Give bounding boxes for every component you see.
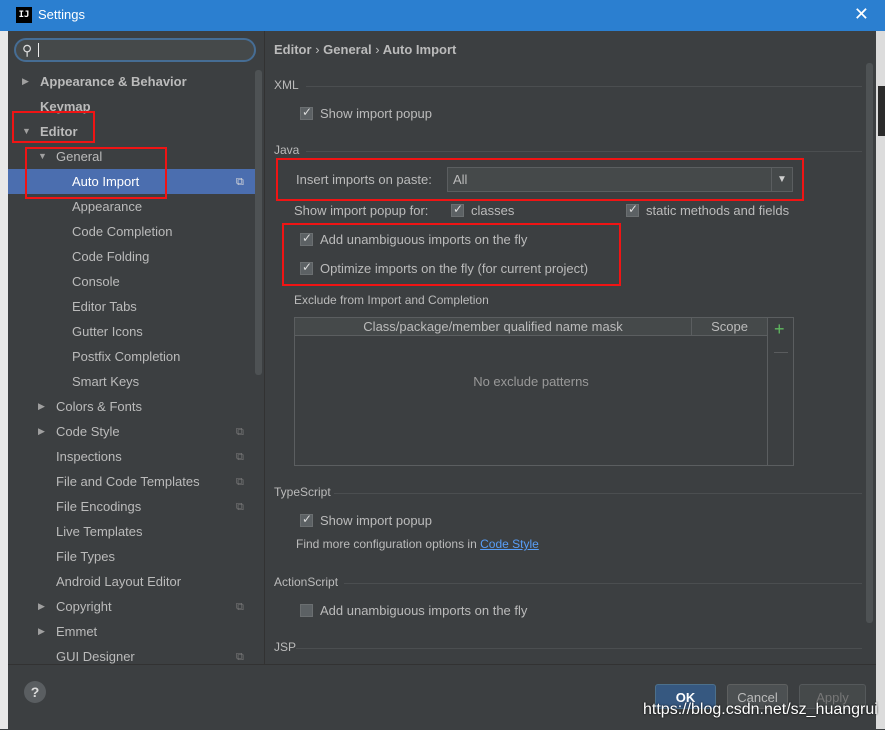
project-settings-icon: ⧉ — [236, 176, 244, 188]
text-caret — [38, 43, 39, 57]
title-bar: IJ Settings ✕ — [0, 0, 885, 31]
highlight-box-editor — [12, 111, 95, 143]
breadcrumb-general[interactable]: General — [323, 42, 371, 57]
sidebar-item-postfix-completion[interactable]: Postfix Completion — [72, 344, 180, 369]
find-more-label: Find more configuration options in — [296, 537, 477, 551]
expand-arrow-icon[interactable]: ▶ — [22, 76, 29, 87]
window-title: Settings — [38, 7, 85, 22]
sidebar-item-smart-keys[interactable]: Smart Keys — [72, 369, 139, 394]
add-icon[interactable]: + — [774, 319, 785, 340]
ts-show-popup-label[interactable]: Show import popup — [320, 513, 432, 528]
highlight-box-insert-imports — [276, 158, 804, 201]
expand-arrow-icon[interactable]: ▶ — [38, 601, 45, 612]
sidebar-item-emmet[interactable]: Emmet — [56, 619, 97, 644]
table-empty-text: No exclude patterns — [473, 374, 589, 389]
show-popup-for-label: Show import popup for: — [294, 203, 429, 218]
background-window-edge — [0, 31, 8, 729]
as-add-unambiguous-label[interactable]: Add unambiguous imports on the fly — [320, 603, 527, 618]
section-title-java: Java — [274, 143, 300, 157]
as-add-unambiguous-checkbox[interactable] — [300, 604, 313, 617]
breadcrumb-auto-import: Auto Import — [382, 42, 457, 57]
section-title-actionscript: ActionScript — [274, 575, 339, 589]
table-toolbar-divider — [767, 318, 768, 465]
sidebar-item-copyright[interactable]: Copyright — [56, 594, 112, 619]
separator — [344, 583, 862, 584]
remove-icon[interactable]: — — [774, 343, 788, 359]
sidebar-divider[interactable] — [264, 31, 265, 664]
sidebar-item-inspections[interactable]: Inspections — [56, 444, 122, 469]
highlight-box-on-the-fly — [282, 223, 621, 286]
separator — [334, 493, 862, 494]
sidebar-item-file-types[interactable]: File Types — [56, 544, 115, 569]
sidebar-item-file-code-templates[interactable]: File and Code Templates — [56, 469, 200, 494]
intellij-logo-icon: IJ — [16, 7, 32, 23]
xml-show-popup-label[interactable]: Show import popup — [320, 106, 432, 121]
exclude-section-title: Exclude from Import and Completion — [294, 293, 489, 307]
background-window-edge-right — [876, 31, 885, 729]
exclude-table[interactable] — [294, 317, 794, 466]
ts-show-popup-checkbox[interactable] — [300, 512, 313, 527]
static-methods-checkbox[interactable] — [626, 202, 639, 217]
find-more-text: Find more configuration options in Code … — [296, 537, 539, 551]
help-icon[interactable]: ? — [24, 681, 46, 703]
breadcrumb-separator: › — [375, 42, 380, 57]
close-icon[interactable]: ✕ — [854, 4, 869, 25]
separator — [306, 151, 862, 152]
section-title-jsp: JSP — [274, 640, 297, 654]
xml-show-popup-checkbox[interactable] — [300, 105, 313, 120]
search-icon: ⚲ — [22, 42, 33, 58]
watermark-text: https://blog.csdn.net/sz_huangrui — [643, 701, 878, 718]
sidebar-item-code-folding[interactable]: Code Folding — [72, 244, 149, 269]
sidebar-item-appearance-behavior[interactable]: Appearance & Behavior — [40, 69, 187, 94]
sidebar-item-gutter-icons[interactable]: Gutter Icons — [72, 319, 143, 344]
classes-label[interactable]: classes — [471, 203, 514, 218]
search-input[interactable]: ⚲ — [14, 38, 256, 62]
expand-arrow-icon[interactable]: ▶ — [38, 626, 45, 637]
sidebar-item-live-templates[interactable]: Live Templates — [56, 519, 142, 544]
column-header-scope[interactable]: Scope — [692, 318, 767, 335]
sidebar-item-code-completion[interactable]: Code Completion — [72, 219, 172, 244]
highlight-box-general-auto-import — [25, 147, 167, 199]
column-header-mask[interactable]: Class/package/member qualified name mask — [295, 318, 692, 335]
project-settings-icon: ⧉ — [236, 451, 244, 463]
section-title-xml: XML — [274, 78, 299, 92]
sidebar-item-android-layout-editor[interactable]: Android Layout Editor — [56, 569, 181, 594]
sidebar-item-editor-tabs[interactable]: Editor Tabs — [72, 294, 137, 319]
section-title-typescript: TypeScript — [274, 485, 331, 499]
classes-checkbox[interactable] — [451, 202, 464, 217]
expand-arrow-icon[interactable]: ▶ — [38, 401, 45, 412]
breadcrumb-editor[interactable]: Editor — [274, 42, 312, 57]
project-settings-icon: ⧉ — [236, 501, 244, 513]
separator — [296, 648, 862, 649]
sidebar-item-code-style[interactable]: Code Style — [56, 419, 120, 444]
project-settings-icon: ⧉ — [236, 426, 244, 438]
separator — [306, 86, 862, 87]
sidebar-item-file-encodings[interactable]: File Encodings — [56, 494, 141, 519]
breadcrumb-separator: › — [315, 42, 320, 57]
content-scrollbar[interactable] — [866, 63, 873, 623]
project-settings-icon: ⧉ — [236, 601, 244, 613]
sidebar-scrollbar[interactable] — [255, 70, 262, 375]
expand-arrow-icon[interactable]: ▶ — [38, 426, 45, 437]
static-methods-label[interactable]: static methods and fields — [646, 203, 789, 218]
sidebar-item-console[interactable]: Console — [72, 269, 120, 294]
breadcrumb: Editor › General › Auto Import — [274, 42, 456, 57]
code-style-link[interactable]: Code Style — [480, 537, 539, 551]
exclude-table-header: Class/package/member qualified name mask… — [295, 318, 767, 336]
project-settings-icon: ⧉ — [236, 651, 244, 663]
project-settings-icon: ⧉ — [236, 476, 244, 488]
sidebar-item-colors-fonts[interactable]: Colors & Fonts — [56, 394, 142, 419]
